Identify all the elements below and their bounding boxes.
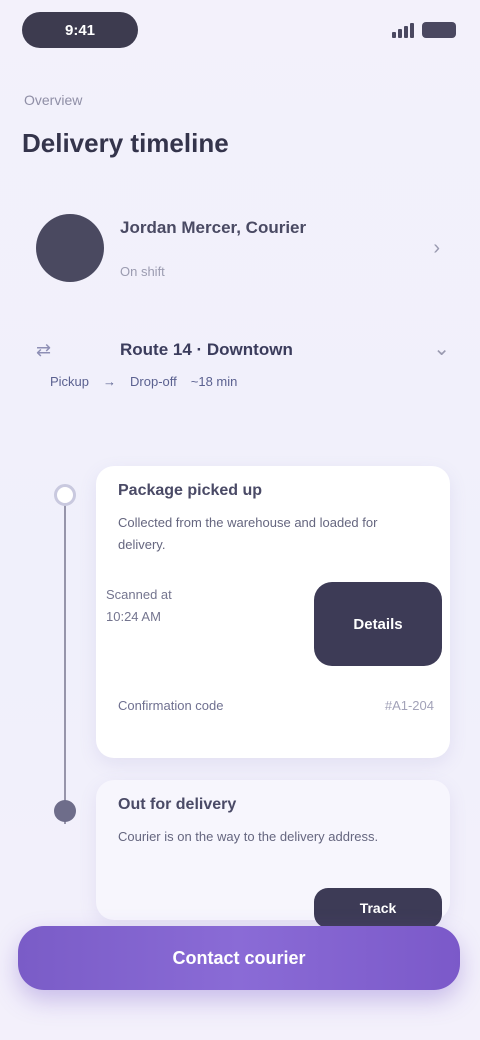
- step-meta-value: 10:24 AM: [106, 609, 161, 624]
- status-bar: 9:41: [22, 12, 456, 48]
- route-eta: ~18 min: [190, 374, 238, 389]
- profile-subtitle: On shift: [120, 263, 165, 279]
- timeline-dot-current: [54, 484, 76, 506]
- step-meta-label: Scanned at: [106, 587, 172, 602]
- step-footer-value: #A1-204: [384, 698, 434, 713]
- avatar: [36, 214, 104, 282]
- status-icons: [392, 22, 456, 38]
- contact-courier-button[interactable]: Contact courier: [18, 926, 460, 990]
- timeline-dot-next: [54, 800, 76, 822]
- timeline-step-card[interactable]: Out for delivery Courier is on the way t…: [96, 780, 450, 928]
- timeline-line: [64, 494, 66, 824]
- step-footer: Confirmation code #A1-204: [118, 698, 434, 713]
- breadcrumb[interactable]: Overview: [24, 92, 82, 108]
- step-details-button[interactable]: Details: [314, 582, 442, 666]
- step-title: Out for delivery: [118, 796, 237, 813]
- step-track-button[interactable]: Track: [314, 888, 442, 928]
- status-time: 9:41: [22, 12, 138, 48]
- page-title: Delivery timeline: [22, 128, 229, 158]
- step-footer-label: Confirmation code: [118, 698, 224, 713]
- step-meta: Scanned at 10:24 AM: [106, 584, 226, 628]
- signal-icon: [392, 22, 414, 38]
- chevron-down-icon[interactable]: ⌄: [433, 336, 450, 361]
- route-arrow-icon: →: [103, 374, 117, 389]
- timeline-step-card[interactable]: Package picked up Collected from the war…: [96, 466, 450, 758]
- route-summary[interactable]: ⇄ Route 14 · Downtown Pickup → Drop-off …: [36, 330, 456, 410]
- route-details: Pickup → Drop-off ~18 min: [50, 374, 446, 389]
- battery-icon: [422, 22, 456, 38]
- step-description: Courier is on the way to the delivery ad…: [118, 829, 379, 844]
- step-description: Collected from the warehouse and loaded …: [118, 515, 378, 552]
- route-icon: ⇄: [36, 340, 52, 360]
- profile-name: Jordan Mercer, Courier: [120, 217, 307, 237]
- route-to: Drop-off: [130, 374, 177, 389]
- courier-profile[interactable]: Jordan Mercer, Courier On shift ›: [22, 200, 458, 296]
- route-title: Route 14 · Downtown: [120, 340, 293, 359]
- chevron-right-icon[interactable]: ›: [433, 237, 440, 260]
- step-title: Package picked up: [118, 482, 263, 499]
- route-from: Pickup: [50, 374, 90, 389]
